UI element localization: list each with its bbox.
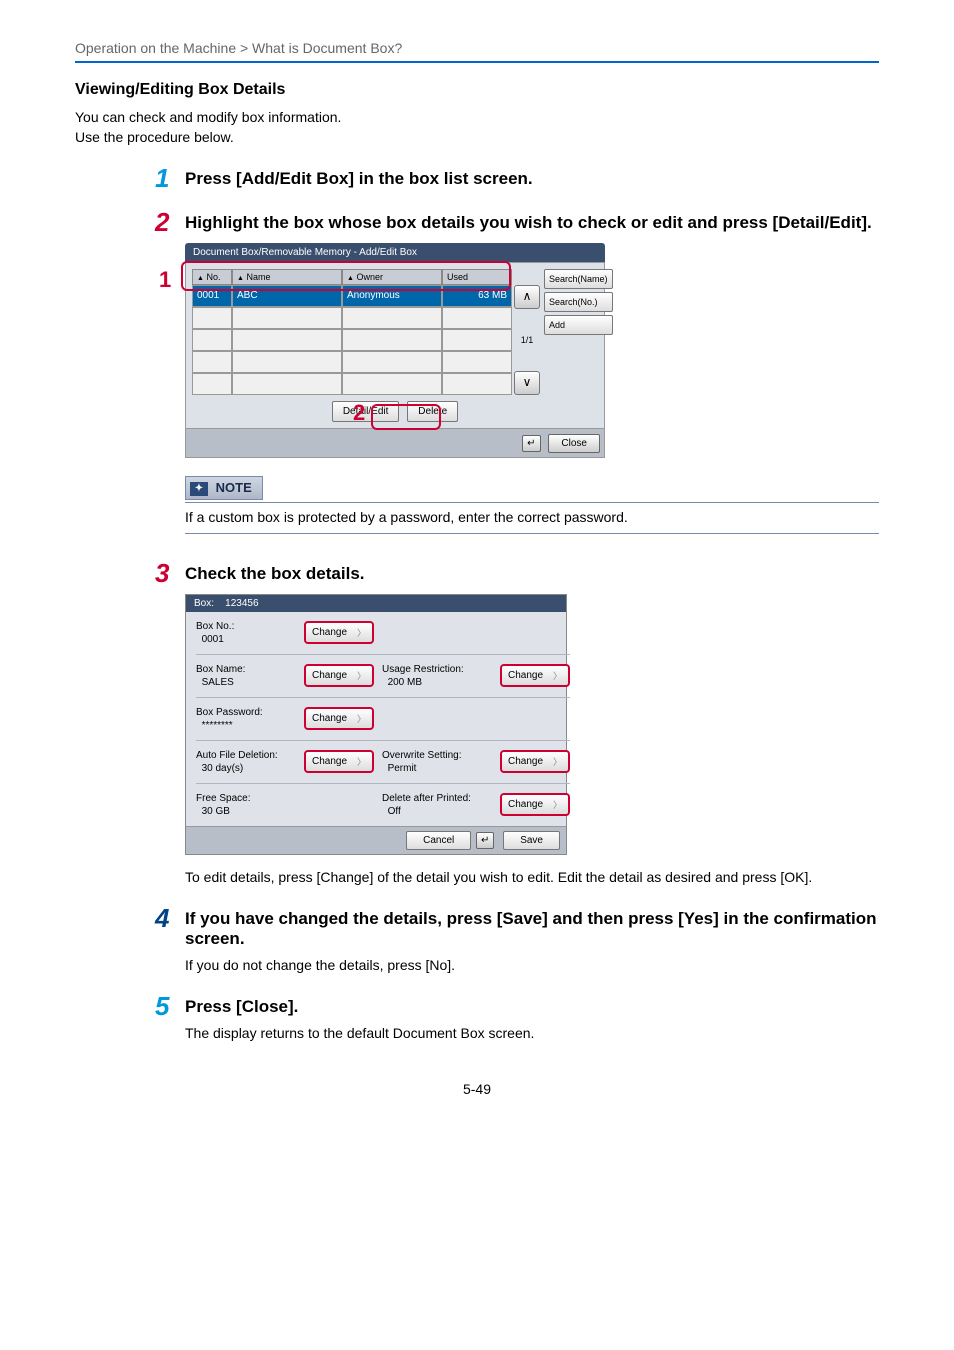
page-number: 5-49 xyxy=(75,1081,879,1097)
scroll-down-button[interactable]: ∨ xyxy=(514,371,540,395)
step-number-1: 1 xyxy=(155,163,169,194)
table-row[interactable] xyxy=(192,373,512,395)
intro-text-1: You can check and modify box information… xyxy=(75,109,879,125)
step-title-3: Check the box details. xyxy=(185,564,879,584)
table-row[interactable] xyxy=(192,351,512,373)
step-title-2: Highlight the box whose box details you … xyxy=(185,213,879,233)
step-number-2: 2 xyxy=(155,207,169,238)
box-no-label: Box No.: 0001 xyxy=(196,620,296,646)
page-indicator: 1/1 xyxy=(514,309,540,371)
header-rule xyxy=(75,61,879,63)
step-title-5: Press [Close]. xyxy=(185,997,879,1017)
col-header-name[interactable]: ▲ Name xyxy=(232,269,342,285)
add-button[interactable]: Add xyxy=(544,315,613,335)
callout-2-label: 2 xyxy=(353,400,365,426)
step-5-body: The display returns to the default Docum… xyxy=(185,1025,879,1041)
change-overwrite-button[interactable]: Change〉 xyxy=(500,750,570,773)
change-delafter-button[interactable]: Change〉 xyxy=(500,793,570,816)
table-row[interactable]: 0001 ABC Anonymous 63 MB xyxy=(192,285,512,307)
change-box-no-button[interactable]: Change〉 xyxy=(304,621,374,644)
delete-button[interactable]: Delete xyxy=(407,401,458,422)
cell-name: ABC xyxy=(232,285,342,307)
change-box-name-button[interactable]: Change〉 xyxy=(304,664,374,687)
section-title: Viewing/Editing Box Details xyxy=(75,81,879,99)
change-autodel-button[interactable]: Change〉 xyxy=(304,750,374,773)
free-space-label: Free Space: 30 GB xyxy=(196,792,296,818)
col-header-owner[interactable]: ▲ Owner xyxy=(342,269,442,285)
table-row[interactable] xyxy=(192,329,512,351)
box-name-label: Box Name: SALES xyxy=(196,663,296,689)
usage-restriction-label: Usage Restriction: 200 MB xyxy=(382,663,492,689)
table-header: ▲ No. ▲ Name ▲ Owner Used xyxy=(192,269,540,285)
cancel-button[interactable]: Cancel xyxy=(406,831,471,850)
overwrite-setting-label: Overwrite Setting: Permit xyxy=(382,749,492,775)
step-number-4: 4 xyxy=(155,903,169,934)
col-header-used[interactable]: Used xyxy=(442,269,512,285)
callout-1-label: 1 xyxy=(159,267,171,293)
cell-used: 63 MB xyxy=(442,285,512,307)
scroll-up-button[interactable]: ∧ xyxy=(514,285,540,309)
note-icon: ✦ xyxy=(190,482,208,496)
search-name-button[interactable]: Search(Name) xyxy=(544,269,613,289)
breadcrumb: Operation on the Machine > What is Docum… xyxy=(75,40,879,61)
close-button[interactable]: Close xyxy=(548,434,600,453)
cell-no: 0001 xyxy=(192,285,232,307)
note-box: ✦ NOTE If a custom box is protected by a… xyxy=(185,476,879,534)
step-title-1: Press [Add/Edit Box] in the box list scr… xyxy=(185,169,879,189)
enter-icon: ↵ xyxy=(476,832,494,849)
step-number-3: 3 xyxy=(155,558,169,589)
dialog-title: Document Box/Removable Memory - Add/Edit… xyxy=(185,243,605,262)
note-label: NOTE xyxy=(216,480,252,495)
cell-owner: Anonymous xyxy=(342,285,442,307)
change-usage-button[interactable]: Change〉 xyxy=(500,664,570,687)
step-4-body: If you do not change the details, press … xyxy=(185,957,879,973)
change-password-button[interactable]: Change〉 xyxy=(304,707,374,730)
table-row[interactable] xyxy=(192,307,512,329)
screenshot-box-details: Box: 123456 Box No.: 0001 Change〉 Box Na… xyxy=(185,594,879,855)
note-text: If a custom box is protected by a passwo… xyxy=(185,509,879,525)
search-no-button[interactable]: Search(No.) xyxy=(544,292,613,312)
box-password-label: Box Password: ******** xyxy=(196,706,296,732)
col-header-no[interactable]: ▲ No. xyxy=(192,269,232,285)
screenshot-box-list: 1 2 Document Box/Removable Memory - Add/… xyxy=(185,243,605,458)
step-3-body: To edit details, press [Change] of the d… xyxy=(185,869,879,885)
enter-icon: ↵ xyxy=(522,435,540,452)
dialog-title: Box: 123456 xyxy=(186,595,566,612)
step-number-5: 5 xyxy=(155,991,169,1022)
auto-file-deletion-label: Auto File Deletion: 30 day(s) xyxy=(196,749,296,775)
step-title-4: If you have changed the details, press [… xyxy=(185,909,879,949)
intro-text-2: Use the procedure below. xyxy=(75,129,879,145)
delete-after-printed-label: Delete after Printed: Off xyxy=(382,792,492,818)
save-button[interactable]: Save xyxy=(503,831,560,850)
detail-edit-button[interactable]: Detail/Edit xyxy=(332,401,400,422)
